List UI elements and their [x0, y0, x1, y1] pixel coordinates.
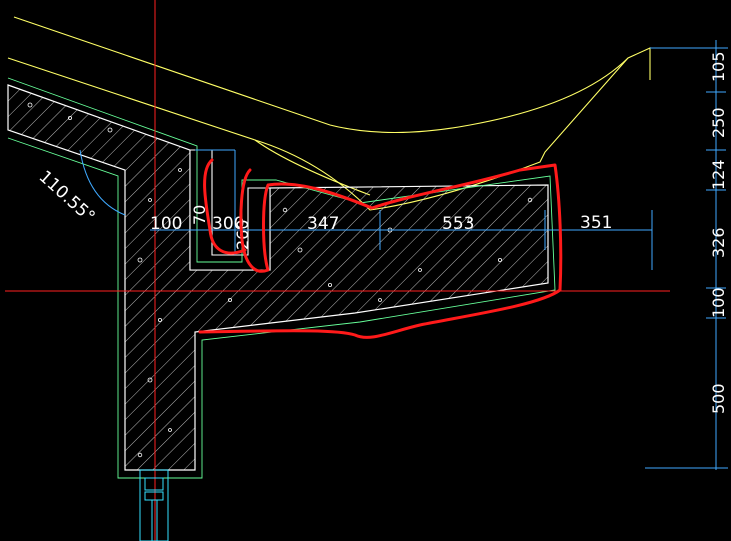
- window-frame: [139, 469, 169, 541]
- concrete-section: [7, 84, 549, 471]
- dim-right-105: 105: [709, 51, 728, 82]
- dim-right-250: 250: [709, 107, 728, 138]
- cad-drawing-canvas[interactable]: 110.55° 100 300 347 553 351 70 260 105 2…: [0, 0, 731, 541]
- dim-553-horizontal: 553: [442, 214, 474, 234]
- dim-right-100: 100: [709, 287, 728, 318]
- dim-347-horizontal: 347: [307, 214, 339, 234]
- right-dimension-chain: 105 250 124 326 100 500: [709, 51, 728, 414]
- dim-right-500: 500: [709, 383, 728, 414]
- dim-351-horizontal: 351: [580, 213, 612, 233]
- dim-100-horizontal: 100: [150, 214, 182, 234]
- upper-profile-outline: [7, 16, 651, 211]
- dim-right-326: 326: [709, 227, 728, 258]
- dim-right-124: 124: [709, 159, 728, 190]
- angle-label: 110.55°: [35, 167, 99, 227]
